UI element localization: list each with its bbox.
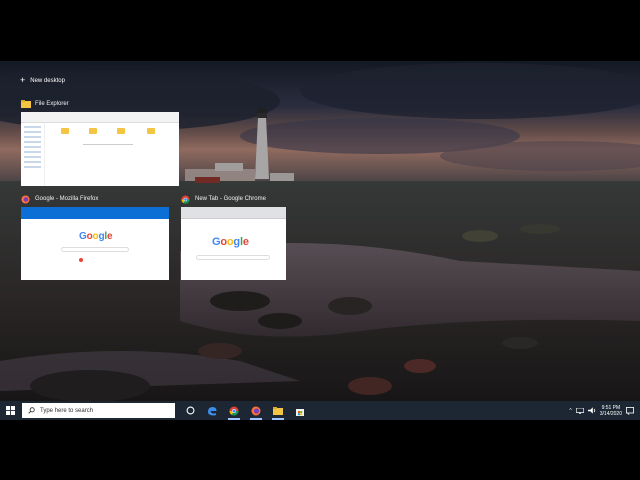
clock[interactable]: 9:51 PM 3/14/2020 xyxy=(600,405,622,417)
chrome-icon xyxy=(181,195,191,204)
window-title: File Explorer xyxy=(35,101,69,107)
file-explorer-icon xyxy=(273,406,283,415)
clock-time: 9:51 PM xyxy=(601,404,621,411)
clock-date: 3/14/2020 xyxy=(599,410,622,417)
folder-icon xyxy=(117,128,125,134)
notification-icon xyxy=(79,258,83,262)
plus-icon: + xyxy=(20,75,26,85)
taskbar-store[interactable] xyxy=(289,401,311,420)
windows-icon xyxy=(5,406,15,415)
window-thumbnail xyxy=(21,112,179,186)
search-box xyxy=(196,255,270,260)
google-logo: Google xyxy=(79,231,113,242)
letterbox-top xyxy=(0,0,640,61)
browser-toolbar xyxy=(181,207,286,219)
letterbox-bottom xyxy=(0,420,640,480)
folder-icon xyxy=(21,100,31,108)
chrome-icon xyxy=(229,406,239,416)
browser-toolbar xyxy=(21,207,169,219)
folder-icon xyxy=(61,128,69,134)
new-desktop-button[interactable]: + New desktop xyxy=(20,76,65,85)
task-view-button[interactable] xyxy=(179,401,201,420)
window-thumbnail: Google xyxy=(181,207,286,280)
chevron-up-icon[interactable]: ^ xyxy=(569,408,571,414)
divider xyxy=(83,144,133,145)
new-desktop-label: New desktop xyxy=(30,77,65,84)
window-title-bar: Google - Mozilla Firefox xyxy=(21,195,99,204)
window-title: New Tab - Google Chrome xyxy=(195,196,266,202)
taskbar-file-explorer[interactable] xyxy=(267,401,289,420)
task-view-icon xyxy=(186,406,194,415)
taskbar: Type here to search ^ 9:51 PM 3/14/2020 xyxy=(0,401,640,420)
taskbar-search-box[interactable]: Type here to search xyxy=(22,403,175,418)
firefox-icon xyxy=(251,406,261,415)
window-title: Google - Mozilla Firefox xyxy=(35,196,99,202)
search-icon xyxy=(28,407,35,414)
taskbar-chrome[interactable] xyxy=(223,401,245,420)
network-icon[interactable] xyxy=(575,407,584,414)
edge-icon xyxy=(208,406,217,415)
window-title-bar: File Explorer xyxy=(21,100,69,108)
start-button[interactable] xyxy=(0,401,20,420)
taskbar-edge[interactable] xyxy=(201,401,223,420)
navigation-pane xyxy=(21,123,45,186)
notifications-icon[interactable] xyxy=(626,406,634,415)
volume-icon[interactable] xyxy=(587,407,596,414)
folder-icon xyxy=(147,128,155,134)
window-title-bar: New Tab - Google Chrome xyxy=(181,195,266,204)
window-thumbnail: Google xyxy=(21,207,169,280)
folder-icon xyxy=(89,128,97,134)
firefox-icon xyxy=(21,195,31,204)
ribbon xyxy=(21,112,179,123)
system-tray: ^ 9:51 PM 3/14/2020 xyxy=(569,405,640,417)
search-placeholder: Type here to search xyxy=(40,407,94,414)
google-logo: Google xyxy=(212,236,249,248)
store-icon xyxy=(296,408,304,416)
search-box xyxy=(61,247,129,252)
desktop-screen: + New desktop File Explorer Google - Moz… xyxy=(0,61,640,420)
taskbar-firefox[interactable] xyxy=(245,401,267,420)
